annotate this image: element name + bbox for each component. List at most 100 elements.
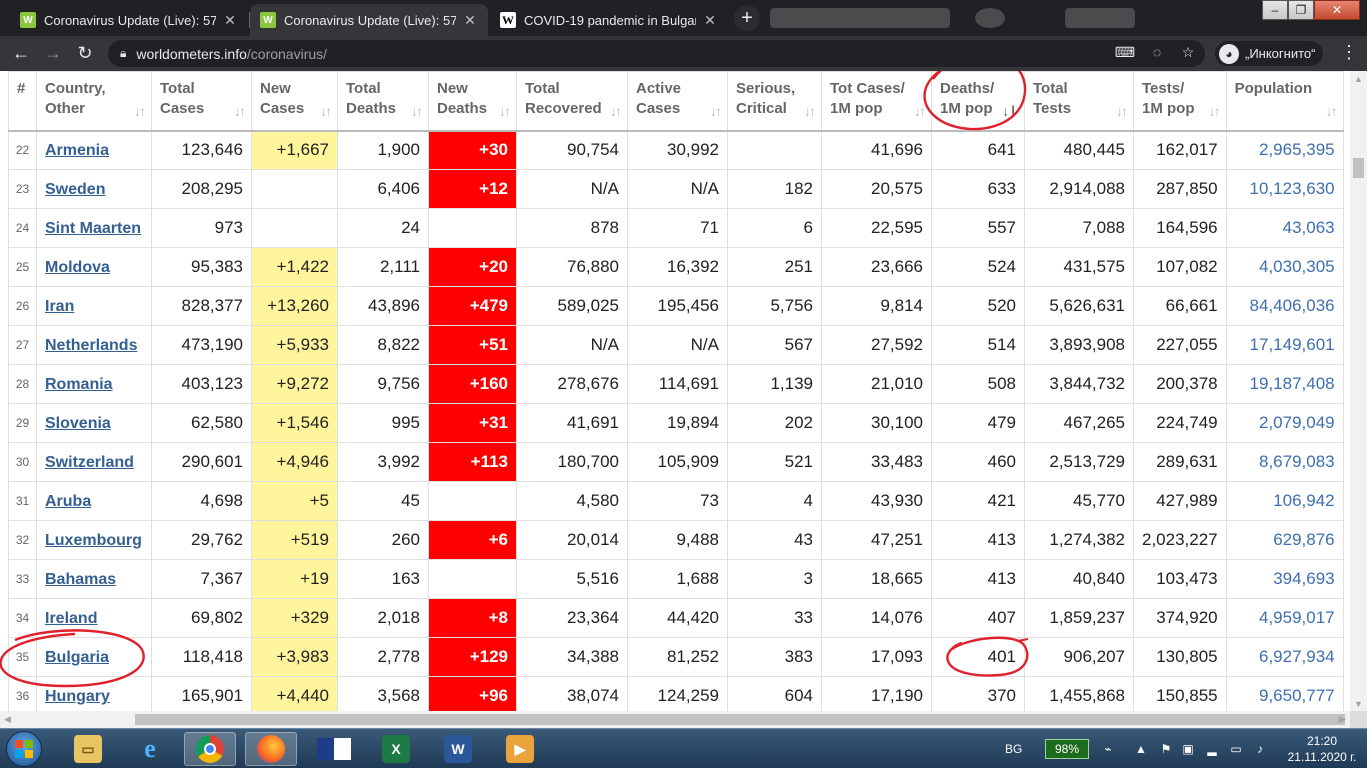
population-link[interactable]: 6,927,934	[1259, 647, 1335, 666]
sort-icon[interactable]: ↓↑	[499, 101, 511, 121]
back-button[interactable]: ←	[10, 42, 32, 64]
sort-icon[interactable]: ↓↑	[411, 101, 423, 121]
taskbar-clock[interactable]: 21:20 21.11.2020 г.	[1283, 733, 1361, 765]
country-link[interactable]: Aruba	[45, 493, 91, 510]
population-link[interactable]: 629,876	[1273, 530, 1334, 549]
minimize-button[interactable]: –	[1262, 0, 1288, 20]
taskbar-firefox[interactable]	[245, 732, 297, 766]
taskbar-ie[interactable]: e	[124, 732, 176, 766]
header-tests-per-m[interactable]: Tests/ 1M pop ↓↑	[1133, 71, 1227, 132]
monitor-icon[interactable]: ▭	[1228, 741, 1244, 757]
population-link[interactable]: 106,942	[1273, 491, 1334, 510]
header-total-cases[interactable]: Total Cases ↓↑	[151, 71, 252, 132]
header-cases-per-m[interactable]: Tot Cases/ 1M pop ↓↑	[821, 71, 932, 132]
country-link[interactable]: Bahamas	[45, 571, 116, 588]
population-link[interactable]: 2,965,395	[1259, 140, 1335, 159]
volume-icon[interactable]: ♪	[1252, 741, 1268, 757]
scroll-up-icon[interactable]: ▲	[1350, 71, 1367, 86]
taskbar-explorer[interactable]: ▭	[62, 732, 114, 766]
population-link[interactable]: 19,187,408	[1250, 374, 1335, 393]
start-button[interactable]	[6, 731, 42, 767]
country-link[interactable]: Luxembourg	[45, 532, 142, 549]
country-link[interactable]: Netherlands	[45, 337, 137, 354]
lock-icon[interactable]: 🔒︎	[120, 46, 126, 61]
country-link[interactable]: Armenia	[45, 142, 109, 159]
header-deaths-per-m[interactable]: Deaths/ 1M pop ↓⇂	[931, 71, 1025, 132]
country-link[interactable]: Switzerland	[45, 454, 134, 471]
device-icon[interactable]: ▣	[1180, 741, 1196, 757]
horizontal-scroll-thumb[interactable]	[135, 714, 1345, 725]
battery-indicator[interactable]: 98%	[1045, 739, 1089, 759]
power-plug-icon[interactable]: ⌁	[1100, 741, 1116, 757]
vertical-scrollbar[interactable]: ▲ ▼	[1350, 71, 1367, 711]
country-link[interactable]: Hungary	[45, 688, 110, 705]
header-total-recovered[interactable]: Total Recovered ↓↑	[516, 71, 628, 132]
close-icon[interactable]: ✕	[222, 12, 238, 29]
header-total-tests[interactable]: Total Tests ↓↑	[1024, 71, 1134, 132]
header-population[interactable]: Population ↓↑	[1225, 71, 1344, 132]
taskbar-language[interactable]	[308, 732, 360, 766]
population-link[interactable]: 4,030,305	[1259, 257, 1335, 276]
sort-icon[interactable]: ↓↑	[320, 101, 332, 121]
eye-off-icon[interactable]: ◌	[1147, 42, 1167, 62]
country-link[interactable]: Slovenia	[45, 415, 111, 432]
reload-button[interactable]: ↻	[74, 42, 96, 64]
header-new-cases[interactable]: New Cases ↓↑	[251, 71, 338, 132]
close-icon[interactable]: ✕	[462, 12, 478, 29]
population-link[interactable]: 9,650,777	[1259, 686, 1335, 705]
population-link[interactable]: 43,063	[1283, 218, 1335, 237]
taskbar-word[interactable]: W	[432, 732, 484, 766]
population-link[interactable]: 8,679,083	[1259, 452, 1335, 471]
header-serious[interactable]: Serious, Critical ↓↑	[727, 71, 822, 132]
forward-button[interactable]: →	[42, 42, 64, 64]
incognito-badge[interactable]: ◕ „Инкогнито“	[1215, 41, 1324, 66]
maximize-button[interactable]: ❐	[1288, 0, 1314, 20]
sort-icon[interactable]: ↓↑	[1116, 101, 1128, 121]
sort-icon[interactable]: ↓↑	[804, 101, 816, 121]
translate-icon[interactable]: ⌨	[1115, 42, 1135, 62]
country-link[interactable]: Bulgaria	[45, 649, 109, 666]
country-link[interactable]: Romania	[45, 376, 113, 393]
vertical-scroll-thumb[interactable]	[1353, 158, 1364, 178]
country-link[interactable]: Sint Maarten	[45, 220, 141, 237]
tab-1[interactable]: W Coronavirus Update (Live): 57,192 ✕	[10, 4, 248, 36]
sort-icon[interactable]: ↓↑	[914, 101, 926, 121]
signal-icon[interactable]: ▂	[1204, 741, 1220, 757]
header-active-cases[interactable]: Active Cases ↓↑	[627, 71, 728, 132]
address-bar[interactable]: 🔒︎ worldometers.info/coronavirus/	[108, 40, 1205, 67]
taskbar-media[interactable]: ▶	[494, 732, 546, 766]
population-link[interactable]: 394,693	[1273, 569, 1334, 588]
sort-icon[interactable]: ↓↑	[234, 101, 246, 121]
country-link[interactable]: Sweden	[45, 181, 105, 198]
taskbar-chrome[interactable]	[184, 732, 236, 766]
population-link[interactable]: 84,406,036	[1250, 296, 1335, 315]
tab-3[interactable]: W COVID-19 pandemic in Bulgaria ✕	[490, 4, 728, 36]
scroll-right-icon[interactable]: ▶	[1335, 711, 1350, 728]
tab-2[interactable]: W Coronavirus Update (Live): 57,865 ✕	[250, 4, 488, 36]
country-link[interactable]: Iran	[45, 298, 74, 315]
show-hidden-icons-icon[interactable]: ▲	[1133, 741, 1149, 757]
header-new-deaths[interactable]: New Deaths ↓↑	[428, 71, 517, 132]
header-country[interactable]: Country, Other ↓↑	[36, 71, 152, 132]
more-menu-icon[interactable]: ⋮	[1340, 42, 1358, 63]
sort-icon[interactable]: ↓↑	[1326, 101, 1338, 121]
flag-tray-icon[interactable]: ⚑	[1158, 741, 1174, 757]
new-tab-button[interactable]: +	[734, 5, 760, 31]
sort-icon[interactable]: ↓⇂	[1002, 101, 1019, 121]
country-link[interactable]: Ireland	[45, 610, 97, 627]
sort-icon[interactable]: ↓↑	[1209, 101, 1221, 121]
population-link[interactable]: 4,959,017	[1259, 608, 1335, 627]
population-link[interactable]: 2,079,049	[1259, 413, 1335, 432]
scroll-down-icon[interactable]: ▼	[1350, 696, 1367, 711]
population-link[interactable]: 17,149,601	[1250, 335, 1335, 354]
star-icon[interactable]: ☆	[1178, 42, 1198, 62]
sort-icon[interactable]: ↓↑	[710, 101, 722, 121]
window-close-button[interactable]: ✕	[1314, 0, 1360, 20]
taskbar-excel[interactable]: X	[370, 732, 422, 766]
language-indicator[interactable]: BG	[1005, 742, 1022, 756]
sort-icon[interactable]: ↓↑	[134, 101, 146, 121]
sort-icon[interactable]: ↓↑	[610, 101, 622, 121]
country-link[interactable]: Moldova	[45, 259, 110, 276]
header-idx[interactable]: #	[8, 71, 37, 132]
header-total-deaths[interactable]: Total Deaths ↓↑	[337, 71, 429, 132]
